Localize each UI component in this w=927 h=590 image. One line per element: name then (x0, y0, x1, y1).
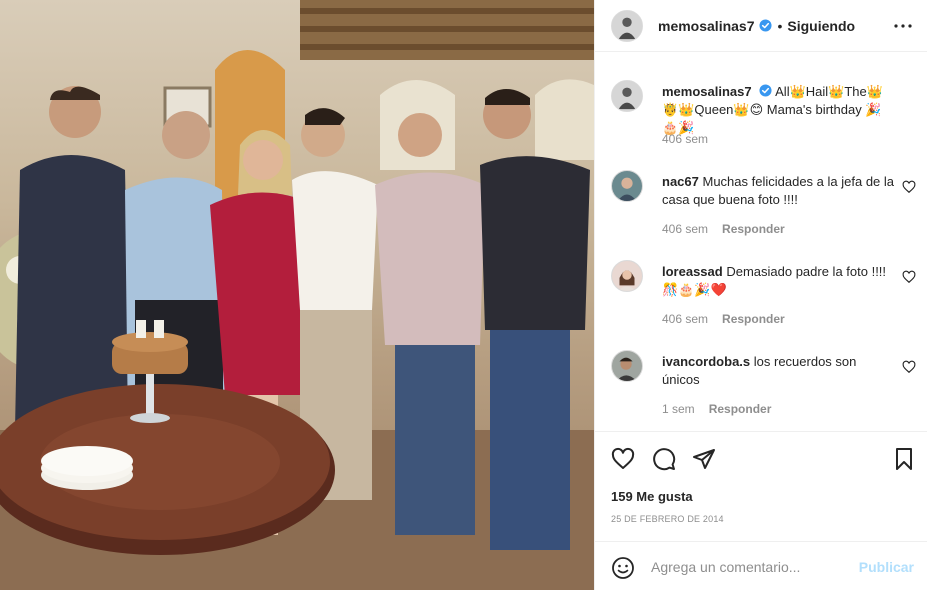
birthday-family-photo (0, 0, 594, 590)
comment-username[interactable]: loreassad (662, 264, 723, 279)
comment-time[interactable]: 406 sem (662, 222, 708, 236)
commenter-avatar-image (612, 171, 642, 201)
commenter-avatar[interactable] (611, 170, 643, 202)
caption-avatar-image (612, 81, 642, 111)
caption-meta: 406 sem (662, 132, 708, 146)
reply-button[interactable]: Responder (722, 312, 785, 326)
comment-time[interactable]: 1 sem (662, 402, 695, 416)
comment-username[interactable]: nac67 (662, 174, 699, 189)
comment-icon[interactable] (652, 447, 676, 471)
caption-avatar[interactable] (611, 80, 643, 112)
more-options-button[interactable] (892, 15, 914, 37)
comment-meta: 406 sem Responder (662, 312, 785, 326)
caption-time[interactable]: 406 sem (662, 132, 708, 146)
post-header: memosalinas7 • Siguiendo (595, 0, 927, 52)
add-comment-bar: Publicar (595, 541, 927, 590)
bookmark-icon[interactable] (892, 447, 916, 471)
comment-meta: 1 sem Responder (662, 402, 771, 416)
more-options-icon (894, 24, 912, 28)
like-comment-heart-icon[interactable] (902, 270, 916, 284)
commenter-avatar[interactable] (611, 350, 643, 382)
post-side-panel: memosalinas7 • Siguiendo memosalinas7 Al… (594, 0, 927, 590)
post-photo[interactable] (0, 0, 594, 590)
likes-count[interactable]: 159 Me gusta (611, 489, 693, 504)
author-avatar[interactable] (611, 9, 643, 42)
post-date[interactable]: 25 DE FEBRERO DE 2014 (611, 514, 724, 524)
commenter-avatar[interactable] (611, 260, 643, 292)
commenter-avatar-image (612, 261, 642, 291)
comment-body: loreassad Demasiado padre la foto !!!! 🎊… (662, 263, 897, 299)
following-button[interactable]: Siguiendo (787, 18, 855, 34)
reply-button[interactable]: Responder (709, 402, 772, 416)
heart-icon[interactable] (611, 447, 635, 471)
comment-input[interactable] (651, 556, 851, 578)
verified-badge-icon (759, 84, 772, 97)
author-username[interactable]: memosalinas7 (658, 18, 755, 34)
commenter-avatar-image (612, 351, 642, 381)
comment-username[interactable]: ivancordoba.s (662, 354, 750, 369)
comment-time[interactable]: 406 sem (662, 312, 708, 326)
header-separator: • (777, 17, 783, 34)
caption-body: memosalinas7 All👑Hail👑The👑🤴👑Queen👑😊 Mama… (662, 83, 897, 137)
post-actions: 159 Me gusta 25 DE FEBRERO DE 2014 (595, 431, 927, 541)
author-avatar-image (612, 10, 642, 41)
publish-button[interactable]: Publicar (859, 559, 914, 575)
comment-body: ivancordoba.s los recuerdos son únicos (662, 353, 897, 389)
like-comment-heart-icon[interactable] (902, 360, 916, 374)
reply-button[interactable]: Responder (722, 222, 785, 236)
emoji-icon[interactable] (611, 556, 635, 580)
comment-meta: 406 sem Responder (662, 222, 785, 236)
caption-username[interactable]: memosalinas7 (662, 84, 752, 99)
comment-body: nac67 Muchas felicidades a la jefa de la… (662, 173, 897, 209)
like-comment-heart-icon[interactable] (902, 180, 916, 194)
share-icon[interactable] (692, 447, 716, 471)
verified-badge-icon (758, 19, 772, 32)
